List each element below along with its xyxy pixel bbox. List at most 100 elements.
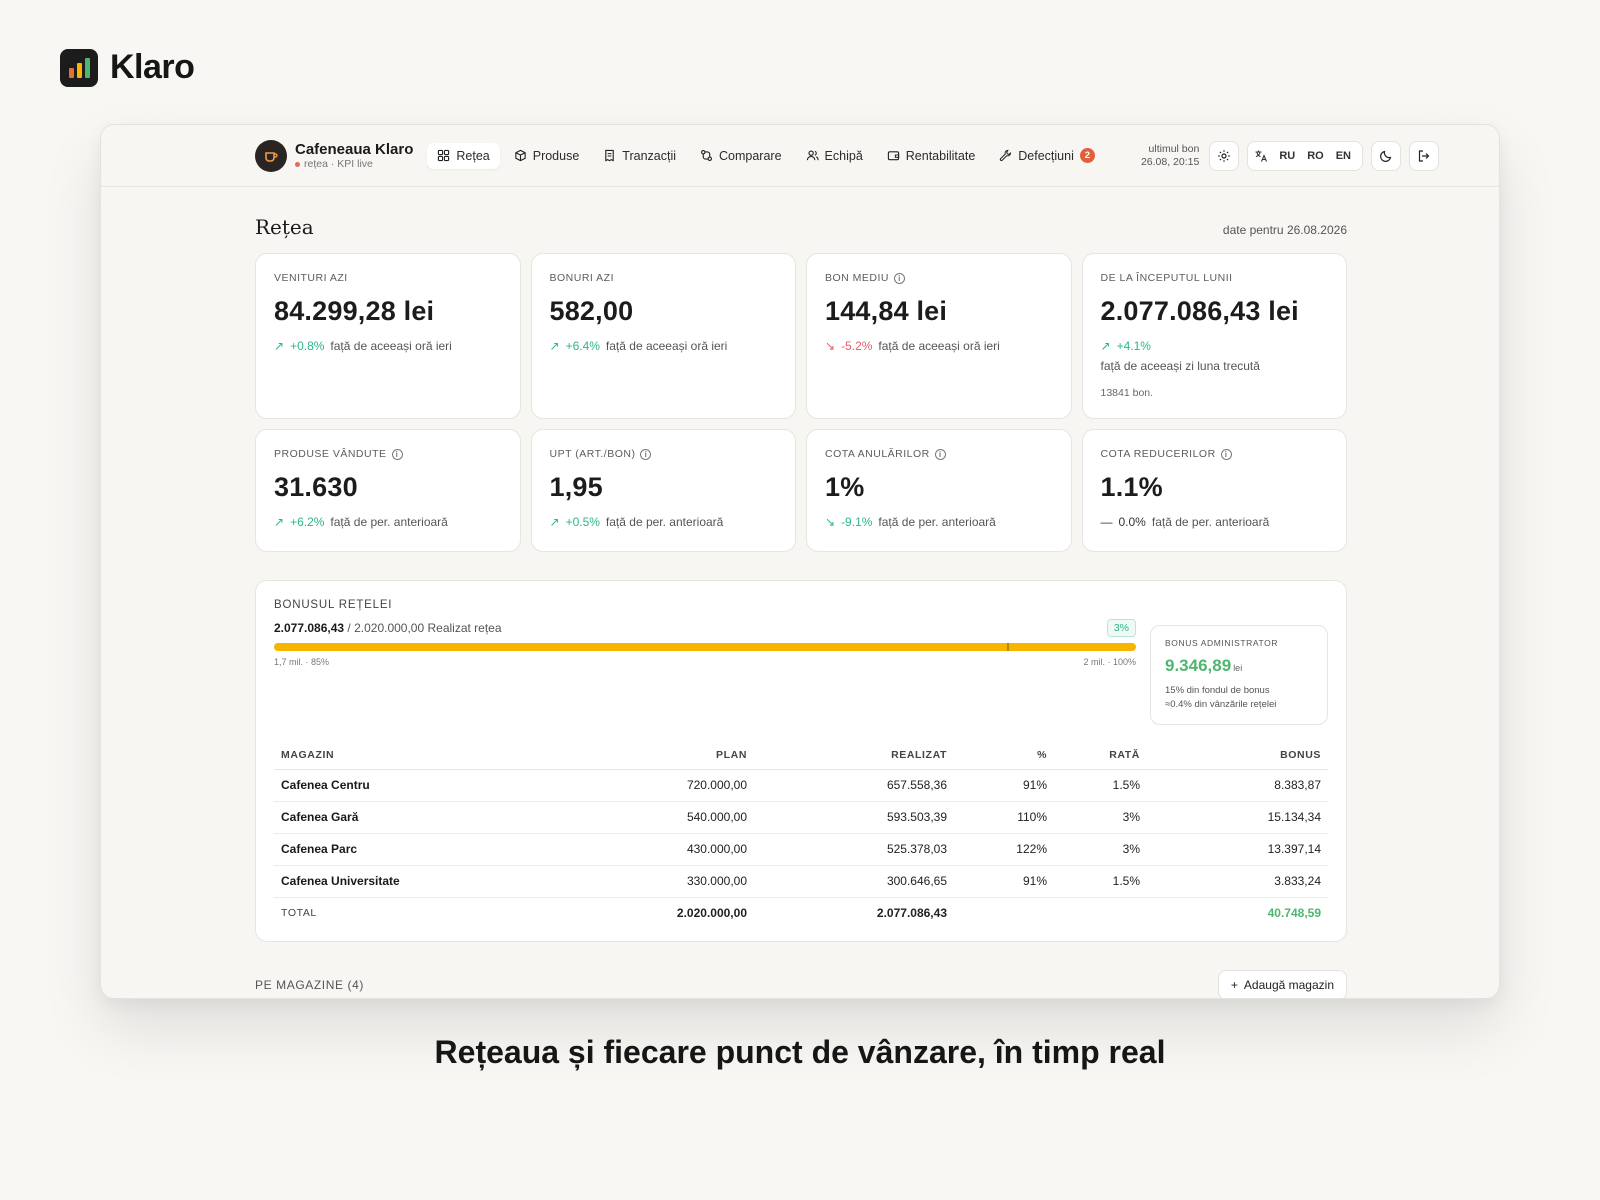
brand: Klaro [60, 48, 195, 87]
nav-label: Rețea [456, 148, 490, 163]
logout-button[interactable] [1409, 140, 1439, 171]
column-header-rata: RATĂ [1054, 743, 1147, 770]
translate-icon [1255, 150, 1268, 162]
nav-label: Echipă [824, 148, 863, 163]
dark-mode-button[interactable] [1371, 140, 1401, 171]
wallet-icon [887, 151, 899, 161]
column-header-magazin: MAGAZIN [274, 743, 584, 770]
arrow-down-right-icon: ↘ [825, 515, 836, 529]
plus-icon: + [1230, 978, 1238, 992]
cell-store: Cafenea Parc [274, 833, 584, 866]
table-row[interactable]: Cafenea Parc 430.000,00 525.378,03 122% … [274, 833, 1328, 866]
kpi-delta-note: față de per. anterioară [1151, 515, 1270, 529]
stores-section-header: PE MAGAZINE (4) + Adaugă magazin [255, 970, 1347, 998]
kpi-delta: ↗ +6.4% față de aceeași oră ieri [550, 339, 778, 353]
lang-ru-button[interactable]: RU [1274, 150, 1300, 162]
cell-total-rate [1054, 898, 1147, 930]
table-row[interactable]: Cafenea Gară 540.000,00 593.503,39 110% … [274, 801, 1328, 834]
kpi-delta-note: față de aceeași oră ieri [605, 339, 728, 353]
cell-plan: 720.000,00 [584, 769, 754, 802]
settings-button[interactable] [1209, 140, 1240, 171]
kpi-delta-note: față de per. anterioară [605, 515, 724, 529]
info-icon[interactable]: i [894, 272, 906, 284]
table-row[interactable]: Cafenea Universitate 330.000,00 300.646,… [274, 865, 1328, 898]
cell-plan: 330.000,00 [584, 865, 754, 898]
coffee-cup-icon [255, 139, 287, 172]
info-icon[interactable]: i [934, 448, 946, 460]
gear-icon [1218, 149, 1231, 162]
bonus-achieved: 2.077.086,43 [274, 621, 345, 635]
admin-bonus-box: BONUS ADMINISTRATOR 9.346,89 lei 15% din … [1150, 625, 1328, 725]
cell-plan: 430.000,00 [584, 833, 754, 866]
nav-item-echipa[interactable]: Echipă [796, 143, 873, 169]
column-header-realizat: REALIZAT [754, 743, 954, 770]
lang-ro-button[interactable]: RO [1302, 150, 1329, 162]
bonus-progress-bar [274, 643, 1136, 651]
kpi-label: BONURI AZI [549, 272, 615, 284]
add-store-button[interactable]: + Adaugă magazin [1217, 970, 1347, 998]
cell-rate: 1.5% [1054, 865, 1147, 898]
info-icon[interactable]: i [1220, 448, 1232, 460]
last-receipt-info: ultimul bon 26.08, 20:15 [1141, 143, 1199, 169]
kpi-delta: ↗ +0.8% față de aceeași oră ieri [274, 339, 502, 353]
app-window: Cafeneaua Klaro rețea · KPI live Rețea P… [100, 124, 1500, 999]
bonus-achieved-text: 2.077.086,43 / 2.020.000,00 Realizat reț… [274, 621, 502, 635]
admin-bonus-unit: lei [1233, 663, 1243, 673]
nav-item-produse[interactable]: Produse [504, 143, 590, 169]
info-icon[interactable]: i [391, 448, 403, 460]
kpi-delta: ↗ +4.1% [1101, 339, 1329, 353]
table-header-row: MAGAZIN PLAN REALIZAT % RATĂ BONUS [274, 743, 1328, 770]
kpi-label: PRODUSE VÂNDUTE i [274, 448, 502, 460]
kpi-delta-value: +6.2% [290, 515, 325, 529]
admin-bonus-value: 9.346,89 lei [1165, 656, 1313, 676]
brand-name: Klaro [110, 48, 195, 86]
kpi-value: 582,00 [549, 296, 634, 326]
cell-bonus: 13.397,14 [1147, 833, 1328, 866]
bonus-target: / 2.020.000,00 Realizat rețea [347, 621, 502, 635]
nav-item-rentabilitate[interactable]: Rentabilitate [877, 143, 986, 169]
nav-item-tranzactii[interactable]: Tranzacții [593, 143, 686, 169]
lang-en-button[interactable]: EN [1331, 150, 1356, 162]
cell-realizat: 593.503,39 [754, 801, 954, 834]
cell-store: Cafenea Centru [274, 769, 584, 802]
nav-item-retea[interactable]: Rețea [427, 142, 500, 169]
kpi-delta-value: +6.4% [565, 339, 600, 353]
logout-icon [1418, 149, 1430, 162]
kpi-grid-top: VENITURI AZI 84.299,28 lei ↗ +0.8% față de… [255, 253, 1347, 419]
cell-plan: 540.000,00 [584, 801, 754, 834]
stores-section-label: PE MAGAZINE (4) [255, 978, 365, 992]
column-header-bonus: BONUS [1147, 743, 1328, 770]
cell-percent: 91% [954, 865, 1054, 898]
kpi-delta-note: față de per. anterioară [878, 515, 996, 529]
info-icon[interactable]: i [640, 448, 652, 460]
cell-rate: 3% [1054, 833, 1147, 866]
store-subtitle: rețea · KPI live [295, 158, 413, 170]
admin-bonus-note-1: 15% din fondul de bonus [1165, 685, 1270, 696]
bonus-threshold-marker [1006, 643, 1009, 651]
kpi-label: DE LA ÎNCEPUTUL LUNII [1100, 272, 1233, 284]
nav-item-comparare[interactable]: Comparare [690, 143, 792, 169]
store-switcher[interactable]: Cafeneaua Klaro rețea · KPI live [255, 139, 413, 172]
kpi-card-bon-mediu: BON MEDIU i 144,84 lei ↘ -5.2% față de acee… [806, 253, 1072, 419]
kpi-value: 1% [825, 472, 865, 502]
nav-label: Rentabilitate [905, 148, 976, 163]
table-row[interactable]: Cafenea Centru 720.000,00 657.558,36 91%… [274, 769, 1328, 802]
cell-bonus: 8.383,87 [1147, 769, 1328, 802]
kpi-delta: — 0.0% față de per. anterioară [1101, 515, 1329, 529]
main-nav: Rețea Produse Tranzacții Comparare Echip… [427, 142, 1105, 169]
main-content: Rețea date pentru 26.08.2026 VENITURI AZ… [255, 187, 1347, 998]
nav-item-defectiuni[interactable]: Defecțiuni 2 [989, 142, 1105, 169]
kpi-card-reduceri: COTA REDUCERILOR i 1.1% — 0.0% față de per.… [1081, 429, 1347, 552]
language-switcher: RU RO EN [1247, 140, 1363, 171]
kpi-delta: ↘ -9.1% față de per. anterioară [825, 515, 1053, 529]
cell-percent: 122% [954, 833, 1054, 866]
kpi-label: COTA ANULĂRILOR i [825, 448, 1053, 460]
last-receipt-label: ultimul bon [1148, 142, 1200, 155]
users-icon [806, 150, 819, 161]
cell-store: Cafenea Universitate [274, 865, 584, 898]
kpi-delta-note: față de per. anterioară [330, 515, 448, 529]
kpi-delta-value: +0.8% [290, 339, 325, 353]
last-receipt-time: 26.08, 20:15 [1140, 155, 1200, 168]
admin-bonus-amount: 9.346,89 [1165, 656, 1232, 675]
kpi-card-anulari: COTA ANULĂRILOR i 1% ↘ -9.1% față de per. a… [806, 429, 1072, 552]
